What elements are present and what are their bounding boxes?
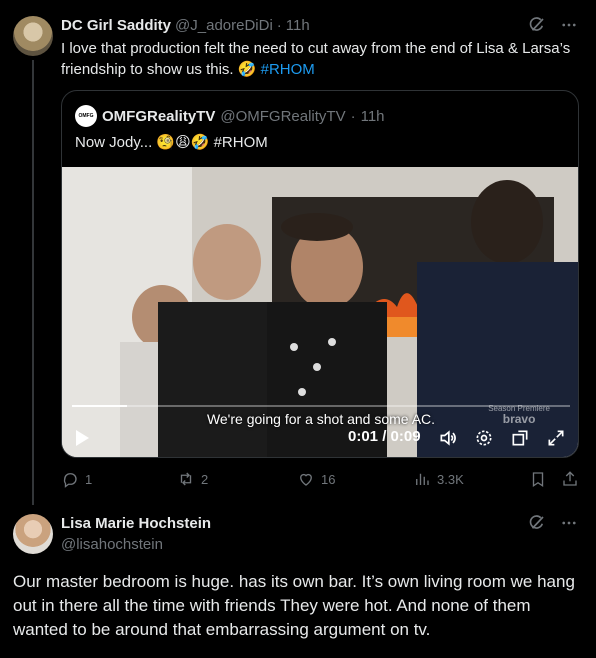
repost-count: 2 xyxy=(201,471,209,487)
separator: · xyxy=(350,107,356,125)
quote-text: Now Jody... 🧐😩🤣 #RHOM xyxy=(75,134,268,151)
repost-button[interactable]: 2 xyxy=(177,470,208,488)
quote-avatar[interactable]: OMFG xyxy=(75,105,97,127)
share-button[interactable] xyxy=(561,470,579,488)
view-count: 3.3K xyxy=(437,471,464,487)
more-icon[interactable] xyxy=(560,514,578,532)
tweet-text-body: I love that production felt the need to … xyxy=(61,40,571,78)
video-player[interactable]: Season Premiere bravo We're going for a … xyxy=(62,167,578,457)
picture-in-picture-icon[interactable] xyxy=(510,428,530,448)
fullscreen-icon[interactable] xyxy=(546,428,566,448)
quote-author-name[interactable]: OMFGRealityTV xyxy=(102,108,215,125)
grok-icon[interactable] xyxy=(528,514,546,532)
quote-timestamp[interactable]: 11h xyxy=(361,108,385,125)
tweet-post[interactable]: DC Girl Saddity @J_adoreDiDi · 11h I lov… xyxy=(0,0,596,505)
volume-icon[interactable] xyxy=(438,428,458,448)
grok-icon[interactable] xyxy=(528,16,546,34)
reply-count: 1 xyxy=(85,471,93,487)
play-icon[interactable] xyxy=(76,430,89,446)
views-icon xyxy=(416,473,429,485)
quote-tweet[interactable]: OMFG OMFGRealityTV @OMFGRealityTV · 11h … xyxy=(61,90,579,458)
like-count: 16 xyxy=(321,471,336,487)
author-name[interactable]: DC Girl Saddity xyxy=(61,17,171,34)
author-name[interactable]: Lisa Marie Hochstein xyxy=(61,515,211,532)
timestamp[interactable]: 11h xyxy=(286,17,310,34)
reply-header: Lisa Marie Hochstein xyxy=(61,515,211,532)
views-button[interactable]: 3.3K xyxy=(413,470,464,488)
reply-text: Our master bedroom is huge. has its own … xyxy=(13,572,575,639)
tweet-text: I love that production felt the need to … xyxy=(61,38,581,80)
thread-line xyxy=(32,60,34,505)
video-subtitle: We're going for a shot and some AC. xyxy=(206,411,436,427)
quote-author-handle[interactable]: @OMFGRealityTV xyxy=(220,108,345,125)
author-handle[interactable]: @J_adoreDiDi xyxy=(175,17,273,34)
tweet-header: DC Girl Saddity @J_adoreDiDi · 11h xyxy=(61,15,310,35)
like-button[interactable]: 16 xyxy=(297,470,335,488)
avatar[interactable] xyxy=(13,16,53,56)
settings-gear-icon[interactable] xyxy=(474,428,494,448)
tweet-top-actions xyxy=(528,16,578,34)
author-handle[interactable]: @lisahochstein xyxy=(61,536,163,553)
hashtag-link[interactable]: #RHOM xyxy=(261,61,315,78)
video-progress-fill xyxy=(72,405,127,407)
share-icon xyxy=(563,471,577,486)
more-icon[interactable] xyxy=(560,16,578,34)
like-icon xyxy=(300,473,312,486)
reply-button[interactable]: 1 xyxy=(61,470,92,488)
avatar[interactable] xyxy=(13,514,53,554)
reply-icon xyxy=(63,473,77,488)
bookmark-icon xyxy=(532,472,544,488)
quote-header: OMFG OMFGRealityTV @OMFGRealityTV · 11h xyxy=(75,105,385,127)
reply-top-actions xyxy=(528,514,578,532)
separator: · xyxy=(276,16,282,34)
video-time: 0:01 / 0:09 xyxy=(348,428,421,445)
bookmark-button[interactable] xyxy=(529,470,547,488)
repost-icon xyxy=(180,472,192,486)
tweet-actions: 1 2 16 3.3K xyxy=(61,470,581,490)
